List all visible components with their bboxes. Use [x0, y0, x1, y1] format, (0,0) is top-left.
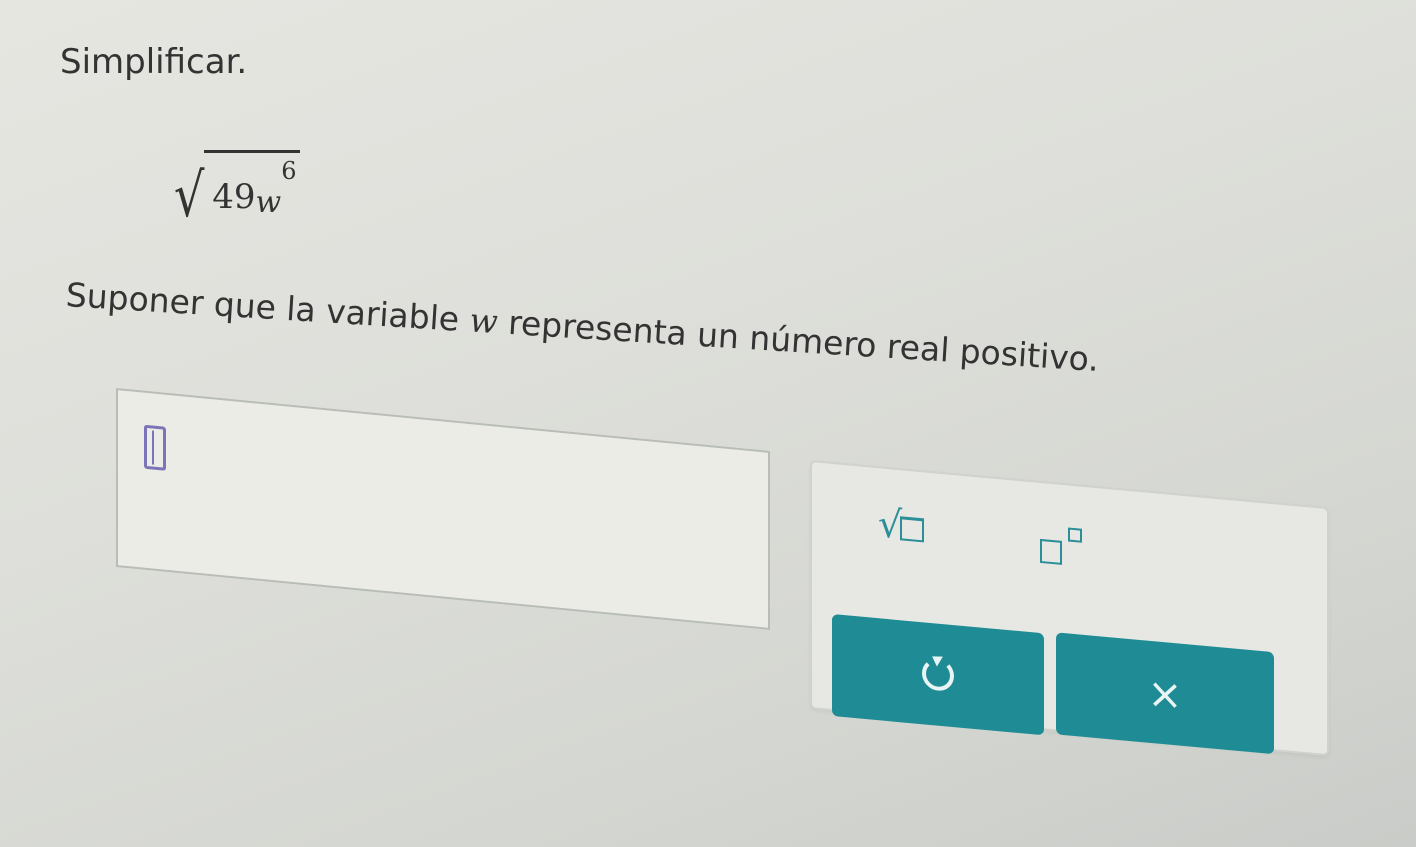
answer-input[interactable] [116, 388, 770, 630]
exponent: 6 [281, 157, 297, 185]
base-box-icon [1040, 538, 1062, 565]
undo-button[interactable] [832, 614, 1044, 736]
undo-icon [922, 657, 954, 693]
close-icon: × [1147, 667, 1183, 720]
question-panel: Simplificar. √ 49 w 6 Suponer que la var… [0, 0, 1416, 847]
math-expression: √ 49 w 6 [170, 150, 301, 231]
clear-button[interactable]: × [1056, 632, 1274, 755]
square-root-button[interactable]: √ [878, 501, 925, 548]
placeholder-box-icon [900, 516, 925, 543]
assumption-text: Suponer que la variable w representa un … [65, 275, 1100, 379]
math-palette: √ × [810, 460, 1329, 757]
radical-sign: √ [173, 161, 205, 231]
variable: w [255, 185, 282, 220]
exponent-button[interactable] [1040, 521, 1100, 576]
assumption-before: Suponer que la variable [64, 275, 471, 340]
coefficient: 49 [212, 177, 256, 217]
exponent-box-icon [1068, 527, 1082, 543]
assumption-variable: w [468, 300, 500, 342]
radicand: 49 w 6 [204, 150, 301, 220]
question-instruction: Simplificar. [60, 42, 248, 82]
input-cursor-slot[interactable] [144, 424, 166, 471]
square-root-icon: √ [878, 501, 903, 548]
assumption-after: representa un número real positivo. [496, 302, 1101, 379]
